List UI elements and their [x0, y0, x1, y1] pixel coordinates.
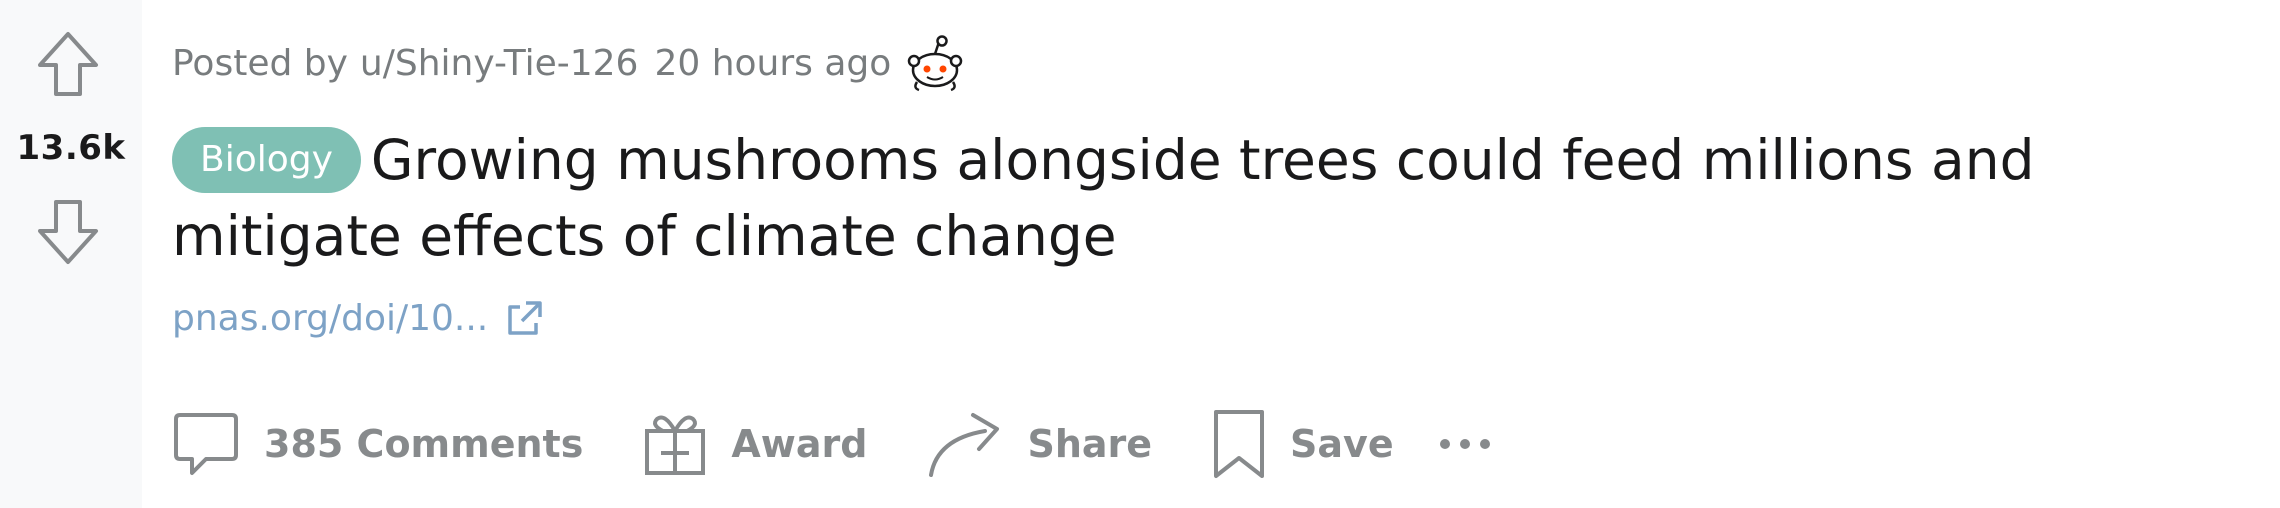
- post-actions: 385 Comments Award Share Save: [172, 408, 1490, 480]
- external-link-icon: [508, 300, 542, 335]
- vote-score: 13.6k: [16, 128, 126, 168]
- share-icon: [927, 409, 1003, 479]
- downvote-button[interactable]: [34, 196, 102, 268]
- comment-icon: [172, 409, 240, 479]
- share-button[interactable]: Share: [927, 409, 1152, 479]
- author-link[interactable]: u/Shiny-Tie-126: [360, 43, 639, 84]
- bookmark-icon: [1212, 408, 1266, 480]
- award-label: Award: [731, 422, 868, 466]
- award-button[interactable]: Award: [643, 411, 867, 477]
- post-card: 13.6k Posted by u/Shiny-Tie-126 20 hours…: [0, 0, 2280, 508]
- save-label: Save: [1290, 422, 1394, 466]
- arrow-down-icon: [38, 200, 98, 264]
- vote-column: 13.6k: [0, 0, 142, 508]
- posted-by-label: Posted by: [172, 42, 348, 84]
- post-link[interactable]: pnas.org/doi/10...: [172, 298, 544, 339]
- snoo-avatar-icon: [905, 34, 965, 92]
- post-time: 20 hours ago: [654, 42, 892, 84]
- gift-icon: [643, 411, 707, 477]
- save-button[interactable]: Save: [1212, 408, 1394, 480]
- post-flair[interactable]: Biology: [172, 127, 361, 193]
- post-title-block: Biology Growing mushrooms alongside trees…: [172, 122, 2272, 274]
- share-label: Share: [1027, 422, 1153, 466]
- comments-button[interactable]: 385 Comments: [172, 409, 583, 479]
- post-link-text: pnas.org/doi/10...: [172, 298, 489, 339]
- arrow-up-icon: [38, 32, 98, 96]
- upvote-button[interactable]: [34, 28, 102, 100]
- dot: [1479, 439, 1490, 449]
- dot: [1439, 439, 1450, 449]
- comments-label: 385 Comments: [264, 422, 584, 466]
- more-dots-icon[interactable]: [1439, 439, 1490, 449]
- post-content: Posted by u/Shiny-Tie-126 20 hours ago B…: [142, 0, 2280, 508]
- dot: [1459, 439, 1470, 449]
- post-title[interactable]: Growing mushrooms alongside trees could …: [172, 128, 2035, 268]
- post-meta: Posted by u/Shiny-Tie-126 20 hours ago: [172, 34, 965, 92]
